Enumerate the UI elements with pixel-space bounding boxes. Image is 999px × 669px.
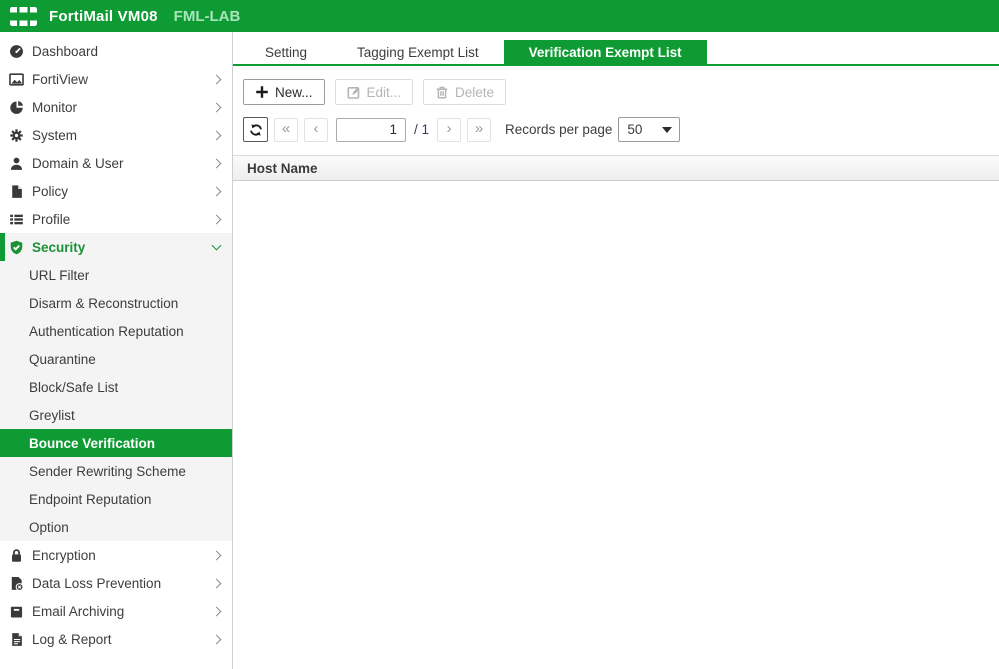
top-bar: FortiMail VM08 FML-LAB [0, 0, 999, 32]
chevron-down-icon [211, 240, 222, 251]
sidebar-item-fortiview[interactable]: FortiView [0, 65, 232, 93]
sidebar-item-endpoint-reputation[interactable]: Endpoint Reputation [0, 485, 232, 513]
sidebar-item-label: FortiView [32, 71, 89, 87]
sidebar-item-profile[interactable]: Profile [0, 205, 232, 233]
new-button[interactable]: New... [243, 79, 325, 105]
sidebar-item-label: Security [32, 239, 86, 255]
tab-bar: Setting Tagging Exempt List Verification E… [233, 40, 999, 66]
sidebar-item-label: Email Archiving [32, 603, 125, 619]
sidebar-item-block-safe-list[interactable]: Block/Safe List [0, 373, 232, 401]
sidebar-item-label: Data Loss Prevention [32, 575, 162, 591]
encryption-icon [8, 548, 25, 563]
main-content: Setting Tagging Exempt List Verification E… [233, 32, 999, 669]
sidebar-item-security[interactable]: Security [0, 233, 232, 261]
pagination: « ‹ / 1 › » Records per page 50 [243, 117, 999, 142]
chevron-right-icon [211, 578, 222, 588]
chevron-right-icon [211, 130, 222, 140]
sidebar-item-label: Dashboard [32, 43, 99, 59]
table-header: Host Name [233, 155, 999, 181]
column-header-host-name[interactable]: Host Name [247, 161, 318, 176]
chevron-right-icon [211, 214, 222, 224]
sidebar-item-authentication-reputation[interactable]: Authentication Reputation [0, 317, 232, 345]
sidebar-item-label: Encryption [32, 547, 96, 563]
plus-icon [255, 85, 269, 99]
chevron-right-icon [211, 102, 222, 112]
edit-button[interactable]: Edit... [334, 79, 414, 105]
total-pages: 1 [421, 122, 430, 137]
system-icon [8, 128, 25, 143]
page-number-input[interactable] [336, 117, 406, 142]
sidebar-item-label: Domain & User [32, 155, 124, 171]
dashboard-icon [8, 44, 25, 59]
new-button-label: New... [275, 84, 313, 100]
app-title: FortiMail VM08 [49, 7, 158, 25]
monitor-icon [8, 100, 25, 115]
toolbar: New... Edit... Delete [243, 79, 999, 105]
sidebar-item-quarantine[interactable]: Quarantine [0, 345, 232, 373]
sidebar-item-option[interactable]: Option [0, 513, 232, 541]
sidebar-item-log-report[interactable]: Log & Report [0, 625, 232, 653]
security-submenu: URL Filter Disarm & Reconstruction Authent… [0, 261, 232, 541]
tab-setting[interactable]: Setting [240, 40, 332, 64]
next-page-button[interactable]: › [437, 117, 462, 142]
sidebar-item-dashboard[interactable]: Dashboard [0, 37, 232, 65]
sidebar-item-sender-rewriting-scheme[interactable]: Sender Rewriting Scheme [0, 457, 232, 485]
records-per-page-select[interactable]: 50 [618, 117, 681, 142]
sidebar-item-data-loss-prevention[interactable]: Data Loss Prevention [0, 569, 232, 597]
sidebar-item-label: Policy [32, 183, 69, 199]
edit-icon [347, 85, 361, 99]
trash-icon [435, 85, 449, 99]
prev-page-button[interactable]: ‹ [304, 117, 328, 142]
chevron-right-icon [211, 550, 222, 560]
sidebar-item-disarm-reconstruction[interactable]: Disarm & Reconstruction [0, 289, 232, 317]
domain-user-icon [8, 156, 25, 171]
tab-tagging-exempt-list[interactable]: Tagging Exempt List [332, 40, 504, 64]
sidebar-item-policy[interactable]: Policy [0, 177, 232, 205]
sidebar-item-domain-user[interactable]: Domain & User [0, 149, 232, 177]
sidebar-item-label: Monitor [32, 99, 78, 115]
table-body [233, 181, 999, 669]
sidebar-item-bounce-verification[interactable]: Bounce Verification [0, 429, 232, 457]
chevron-right-icon [211, 606, 222, 616]
records-per-page-label: Records per page [505, 122, 613, 137]
policy-icon [8, 184, 25, 199]
sidebar-nav: Dashboard FortiView Monitor System Domain & … [0, 32, 233, 669]
refresh-icon [249, 123, 263, 137]
environment-label: FML-LAB [173, 7, 241, 25]
log-report-icon [8, 632, 25, 647]
chevron-right-icon [211, 74, 222, 84]
profile-icon [8, 212, 25, 227]
security-icon [8, 240, 25, 255]
delete-button-label: Delete [455, 84, 495, 100]
refresh-button[interactable] [243, 117, 268, 142]
sidebar-item-greylist[interactable]: Greylist [0, 401, 232, 429]
last-page-button[interactable]: » [467, 117, 492, 142]
sidebar-item-encryption[interactable]: Encryption [0, 541, 232, 569]
sidebar-item-monitor[interactable]: Monitor [0, 93, 232, 121]
email-archiving-icon [8, 604, 25, 619]
tab-verification-exempt-list[interactable]: Verification Exempt List [503, 40, 707, 64]
sidebar-item-label: Profile [32, 211, 71, 227]
app-window: FortiMail VM08 FML-LAB Dashboard FortiVie… [0, 0, 999, 669]
fortiview-icon [8, 72, 25, 87]
sidebar-item-system[interactable]: System [0, 121, 232, 149]
delete-button[interactable]: Delete [423, 79, 507, 105]
first-page-button[interactable]: « [274, 117, 298, 142]
chevron-right-icon [211, 634, 222, 644]
sidebar-item-label: System [32, 127, 78, 143]
sidebar-item-url-filter[interactable]: URL Filter [0, 261, 232, 289]
page-separator: / [414, 122, 418, 137]
main-layout: Dashboard FortiView Monitor System Domain & … [0, 32, 999, 669]
dlp-icon [8, 576, 25, 591]
sidebar-item-label: Log & Report [32, 631, 112, 647]
dropdown-arrow-icon [662, 126, 673, 133]
records-per-page-value: 50 [627, 122, 643, 137]
sidebar-item-email-archiving[interactable]: Email Archiving [0, 597, 232, 625]
chevron-right-icon [211, 158, 222, 168]
chevron-right-icon [211, 186, 222, 196]
edit-button-label: Edit... [366, 84, 402, 100]
fortinet-logo-icon [10, 6, 37, 26]
page-total: / 1 [414, 122, 429, 137]
